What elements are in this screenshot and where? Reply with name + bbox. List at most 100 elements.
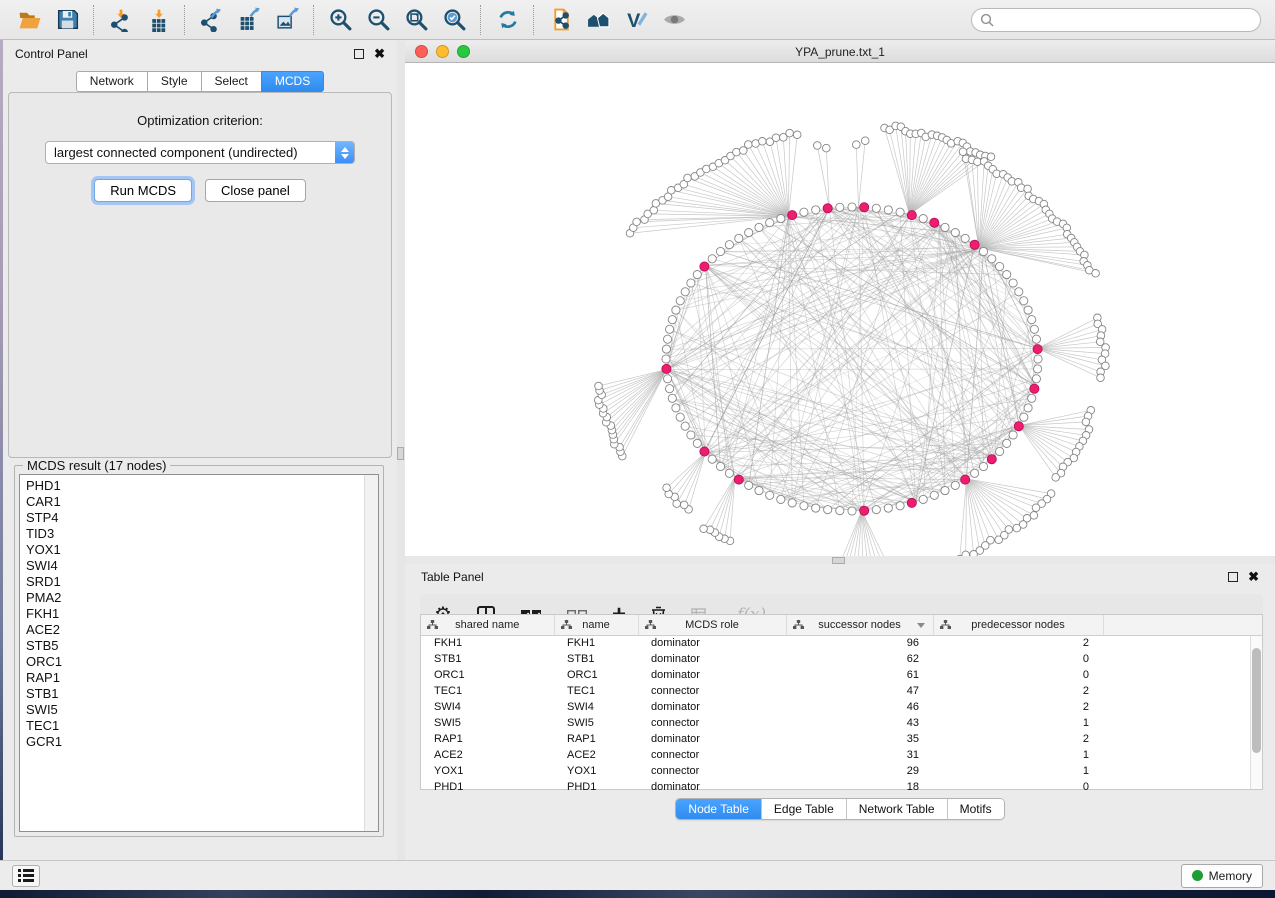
table-row[interactable]: FKH1FKH1dominator962: [421, 635, 1262, 651]
zoom-in-icon[interactable]: [321, 3, 359, 37]
cell-name[interactable]: TEC1: [554, 683, 638, 699]
save-icon[interactable]: [48, 3, 86, 37]
tab-select[interactable]: Select: [201, 71, 261, 92]
cell-name[interactable]: PHD1: [554, 779, 638, 795]
tab-style[interactable]: Style: [147, 71, 201, 92]
mcds-result-item[interactable]: STP4: [26, 510, 378, 526]
mcds-result-item[interactable]: SRD1: [26, 574, 378, 590]
cell-MCDS-role[interactable]: dominator: [638, 699, 786, 715]
cell-shared-name[interactable]: PHD1: [421, 779, 554, 795]
cell-successor-nodes[interactable]: 31: [786, 747, 933, 763]
mcds-result-item[interactable]: STB1: [26, 686, 378, 702]
mcds-result-item[interactable]: FKH1: [26, 606, 378, 622]
eye-icon[interactable]: [655, 3, 693, 37]
cell-MCDS-role[interactable]: connector: [638, 683, 786, 699]
network-canvas[interactable]: [405, 63, 1275, 559]
cell-shared-name[interactable]: RAP1: [421, 731, 554, 747]
cell-successor-nodes[interactable]: 62: [786, 651, 933, 667]
zoom-out-icon[interactable]: [359, 3, 397, 37]
tab-network[interactable]: Network: [76, 71, 147, 92]
mcds-result-scrollbar[interactable]: [364, 475, 378, 831]
cell-name[interactable]: STB1: [554, 651, 638, 667]
cell-name[interactable]: ORC1: [554, 667, 638, 683]
minimize-window-icon[interactable]: [436, 45, 449, 58]
cell-MCDS-role[interactable]: dominator: [638, 635, 786, 651]
cell-predecessor-nodes[interactable]: 2: [933, 635, 1103, 651]
close-panel-button[interactable]: Close panel: [205, 179, 306, 202]
float-window-icon[interactable]: [354, 49, 364, 59]
tab-network-table[interactable]: Network Table: [847, 799, 948, 819]
mcds-result-item[interactable]: PHD1: [26, 478, 378, 494]
cell-successor-nodes[interactable]: 46: [786, 699, 933, 715]
cell-shared-name[interactable]: TEC1: [421, 683, 554, 699]
horizontal-splitter[interactable]: [405, 556, 1275, 564]
cell-MCDS-role[interactable]: connector: [638, 747, 786, 763]
open-icon[interactable]: [10, 3, 48, 37]
cell-predecessor-nodes[interactable]: 0: [933, 667, 1103, 683]
cell-MCDS-role[interactable]: dominator: [638, 667, 786, 683]
table-scrollbar[interactable]: [1250, 636, 1262, 789]
cell-MCDS-role[interactable]: connector: [638, 715, 786, 731]
column-header-shared-name[interactable]: shared name: [421, 615, 554, 635]
cell-name[interactable]: SWI4: [554, 699, 638, 715]
table-row[interactable]: ORC1ORC1dominator610: [421, 667, 1262, 683]
table-row[interactable]: SWI5SWI5connector431: [421, 715, 1262, 731]
column-header-MCDS-role[interactable]: MCDS role: [638, 615, 786, 635]
mcds-result-item[interactable]: SWI5: [26, 702, 378, 718]
cell-name[interactable]: YOX1: [554, 763, 638, 779]
mcds-result-item[interactable]: ORC1: [26, 654, 378, 670]
close-panel-icon[interactable]: ✖: [374, 49, 385, 59]
export-image-icon[interactable]: [268, 3, 306, 37]
close-window-icon[interactable]: [415, 45, 428, 58]
cell-shared-name[interactable]: FKH1: [421, 635, 554, 651]
cell-successor-nodes[interactable]: 47: [786, 683, 933, 699]
table-row[interactable]: RAP1RAP1dominator352: [421, 731, 1262, 747]
cell-MCDS-role[interactable]: dominator: [638, 779, 786, 795]
import-network-icon[interactable]: [101, 3, 139, 37]
mcds-result-item[interactable]: PMA2: [26, 590, 378, 606]
cell-MCDS-role[interactable]: dominator: [638, 651, 786, 667]
zoom-fit-icon[interactable]: [397, 3, 435, 37]
memory-button[interactable]: Memory: [1181, 864, 1263, 888]
home-icon[interactable]: [579, 3, 617, 37]
column-header-predecessor-nodes[interactable]: predecessor nodes: [933, 615, 1103, 635]
table-row[interactable]: SWI4SWI4dominator462: [421, 699, 1262, 715]
cell-MCDS-role[interactable]: dominator: [638, 731, 786, 747]
optimization-criterion-select[interactable]: largest connected component (undirected): [45, 141, 355, 164]
mcds-result-item[interactable]: TEC1: [26, 718, 378, 734]
table-scrollbar-thumb[interactable]: [1252, 648, 1261, 753]
cell-shared-name[interactable]: ORC1: [421, 667, 554, 683]
cell-MCDS-role[interactable]: connector: [638, 763, 786, 779]
cell-predecessor-nodes[interactable]: 1: [933, 763, 1103, 779]
table-row[interactable]: STB1STB1dominator620: [421, 651, 1262, 667]
cell-name[interactable]: SWI5: [554, 715, 638, 731]
mcds-result-item[interactable]: YOX1: [26, 542, 378, 558]
document-share-icon[interactable]: [541, 3, 579, 37]
cell-successor-nodes[interactable]: 96: [786, 635, 933, 651]
cell-shared-name[interactable]: STB1: [421, 651, 554, 667]
cell-predecessor-nodes[interactable]: 2: [933, 731, 1103, 747]
table-row[interactable]: TEC1TEC1connector472: [421, 683, 1262, 699]
vertical-splitter[interactable]: [397, 41, 405, 860]
mcds-result-item[interactable]: CAR1: [26, 494, 378, 510]
mcds-result-item[interactable]: TID3: [26, 526, 378, 542]
cell-successor-nodes[interactable]: 61: [786, 667, 933, 683]
search-input[interactable]: [971, 8, 1261, 32]
import-table-icon[interactable]: [139, 3, 177, 37]
export-table-icon[interactable]: [230, 3, 268, 37]
close-table-panel-icon[interactable]: ✖: [1248, 572, 1259, 582]
column-header-successor-nodes[interactable]: successor nodes: [786, 615, 933, 635]
table-row[interactable]: PHD1PHD1dominator180: [421, 779, 1262, 795]
task-history-button[interactable]: [12, 865, 40, 887]
cell-successor-nodes[interactable]: 35: [786, 731, 933, 747]
cell-successor-nodes[interactable]: 29: [786, 763, 933, 779]
mcds-result-item[interactable]: STB5: [26, 638, 378, 654]
run-mcds-button[interactable]: Run MCDS: [94, 179, 192, 202]
cell-predecessor-nodes[interactable]: 0: [933, 651, 1103, 667]
cell-shared-name[interactable]: YOX1: [421, 763, 554, 779]
maximize-window-icon[interactable]: [457, 45, 470, 58]
tab-edge-table[interactable]: Edge Table: [762, 799, 847, 819]
cell-successor-nodes[interactable]: 43: [786, 715, 933, 731]
tab-node-table[interactable]: Node Table: [676, 799, 762, 819]
cell-predecessor-nodes[interactable]: 2: [933, 699, 1103, 715]
